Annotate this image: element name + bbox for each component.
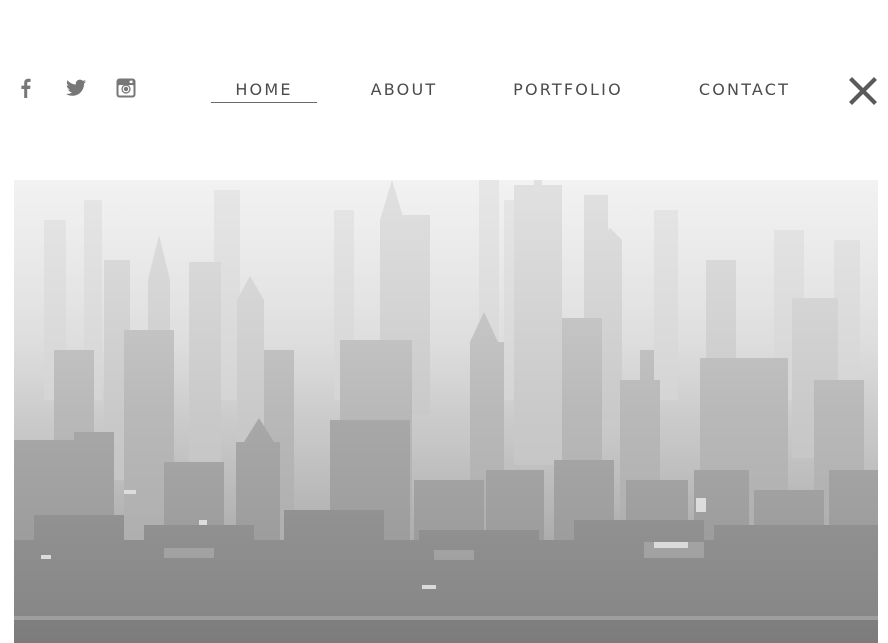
nav-item-portfolio[interactable]: PORTFOLIO [508, 78, 628, 102]
close-icon [849, 77, 877, 105]
nav-item-about[interactable]: ABOUT [365, 78, 443, 102]
nav-item-home[interactable]: HOME [211, 78, 317, 103]
nav-item-contact[interactable]: CONTACT [694, 78, 795, 102]
main-nav: HOME ABOUT PORTFOLIO CONTACT [0, 78, 888, 108]
hero-image [14, 180, 878, 643]
site-header: HOME ABOUT PORTFOLIO CONTACT [0, 0, 888, 180]
page: HOME ABOUT PORTFOLIO CONTACT [0, 0, 888, 643]
city-skyline-image [14, 180, 878, 643]
menu-close-button[interactable] [848, 76, 878, 106]
